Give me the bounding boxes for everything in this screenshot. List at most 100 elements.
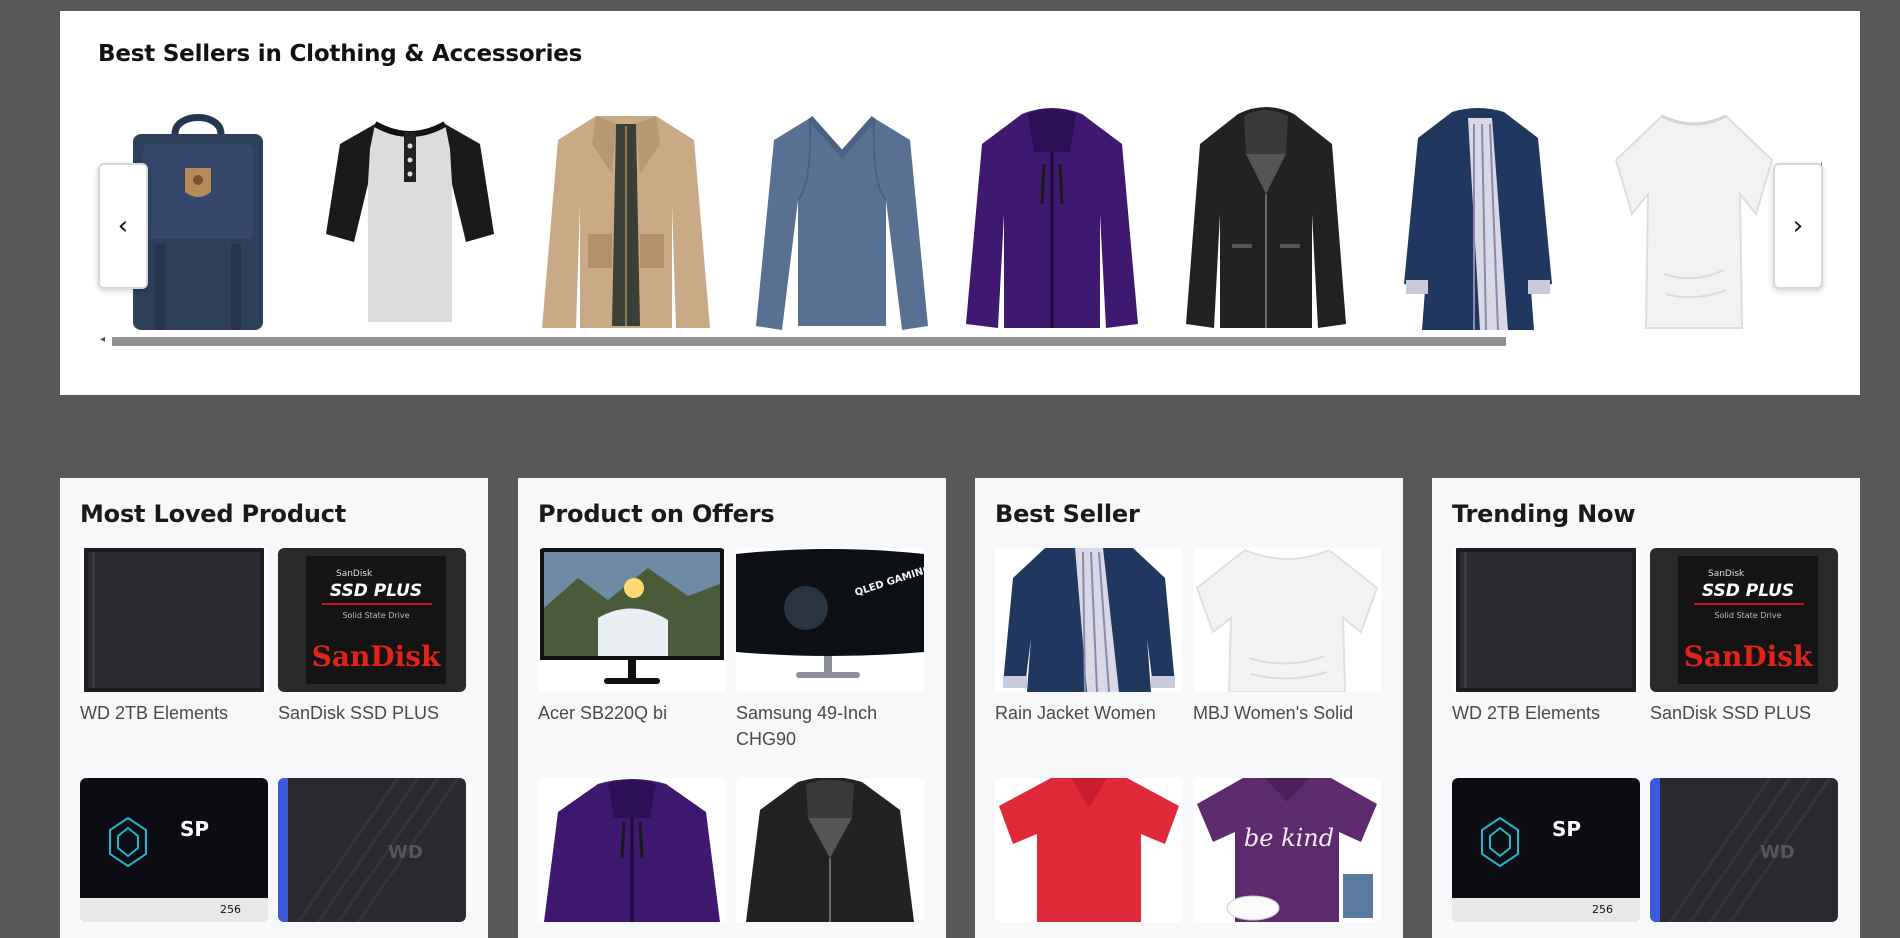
sandisk-logo: SanDisk: [1684, 640, 1813, 673]
product-tile[interactable]: MBJ Women's Solid: [1193, 548, 1381, 726]
carousel-item[interactable]: [952, 99, 1152, 339]
khaki-jacket-icon: [542, 116, 710, 328]
wd-passport-icon: WD: [278, 778, 466, 922]
white-top-icon: [1614, 114, 1774, 329]
ssd-brand-top: SanDisk: [336, 569, 373, 579]
product-image[interactable]: be kind: [1193, 778, 1381, 922]
sp-ssd-icon: SP 256: [80, 778, 268, 922]
ssd-capacity: 256: [1592, 903, 1613, 916]
product-image[interactable]: WD: [278, 778, 466, 922]
curved-monitor-icon: QLED GAMING MONITOR: [736, 548, 924, 692]
product-tile[interactable]: WD: [278, 778, 466, 930]
product-tile[interactable]: Rain Jacket Women: [995, 548, 1183, 726]
product-tile[interactable]: SP 256: [80, 778, 268, 930]
product-name[interactable]: WD 2TB Elements: [80, 700, 268, 726]
product-image[interactable]: SanDisk SSD PLUS Solid State Drive SanDi…: [278, 548, 466, 692]
navy-raincoat-icon: [995, 548, 1183, 692]
shirt-print-text: be kind: [1244, 824, 1334, 852]
product-image[interactable]: [80, 548, 268, 692]
henley-shirt-icon: [326, 121, 494, 322]
product-name[interactable]: MBJ Women's Solid: [1193, 700, 1381, 726]
ssd-line: SSD PLUS: [1702, 581, 1794, 601]
product-name[interactable]: Acer SB220Q bi: [538, 700, 726, 726]
carousel-item[interactable]: [1166, 99, 1366, 339]
hard-drive-icon: [1456, 548, 1636, 692]
product-tile[interactable]: WD: [1650, 778, 1838, 930]
product-tile[interactable]: WD 2TB Elements: [1452, 548, 1640, 726]
card-title: Best Seller: [995, 500, 1140, 528]
ssd-line: SSD PLUS: [330, 581, 422, 601]
card-title: Trending Now: [1452, 500, 1636, 528]
product-tile[interactable]: SanDisk SSD PLUS Solid State Drive SanDi…: [1650, 548, 1838, 726]
sandisk-logo: SanDisk: [312, 640, 441, 673]
best-sellers-carousel: Best Sellers in Clothing & Accessories ‹…: [60, 11, 1879, 395]
white-top-icon: [1193, 548, 1381, 692]
product-image[interactable]: [995, 778, 1183, 922]
product-tile[interactable]: SanDisk SSD PLUS Solid State Drive SanDi…: [278, 548, 466, 726]
carousel-item[interactable]: [742, 99, 942, 339]
product-tile[interactable]: SP 256: [1452, 778, 1640, 930]
product-image[interactable]: [736, 778, 924, 922]
product-image[interactable]: SP 256: [80, 778, 268, 922]
carousel-item[interactable]: [1594, 99, 1794, 339]
product-name[interactable]: Samsung 49-Inch CHG90: [736, 700, 924, 752]
ssd-sub: Solid State Drive: [1714, 611, 1781, 620]
card-best-seller: Best Seller Rain Jacket Women MBJ Women'…: [975, 478, 1403, 938]
product-image[interactable]: QLED GAMING MONITOR: [736, 548, 924, 692]
scroll-right-arrow-icon[interactable]: ▸: [1874, 334, 1879, 345]
carousel-track: [98, 99, 1822, 339]
card-title: Product on Offers: [538, 500, 775, 528]
product-tile[interactable]: Acer SB220Q bi: [538, 548, 726, 726]
hard-drive-icon: [84, 548, 264, 692]
scroll-left-arrow-icon[interactable]: ◂: [100, 334, 105, 345]
carousel-item[interactable]: [310, 99, 510, 339]
product-image[interactable]: [538, 548, 726, 692]
card-trending-now: Trending Now WD 2TB Elements SanDisk SSD…: [1432, 478, 1860, 938]
product-tile[interactable]: [736, 778, 924, 930]
product-image[interactable]: [1452, 548, 1640, 692]
purple-jacket-icon: [538, 778, 726, 922]
monitor-landscape-icon: [538, 548, 726, 692]
product-tile[interactable]: QLED GAMING MONITOR Samsung 49-Inch CHG9…: [736, 548, 924, 752]
card-most-loved-product: Most Loved Product WD 2TB Elements SanDi…: [60, 478, 488, 938]
purple-jacket-icon: [966, 108, 1138, 328]
product-name[interactable]: WD 2TB Elements: [1452, 700, 1640, 726]
product-tile[interactable]: WD 2TB Elements: [80, 548, 268, 726]
ssd-capacity: 256: [220, 903, 241, 916]
product-name[interactable]: Rain Jacket Women: [995, 700, 1183, 726]
ssd-sub: Solid State Drive: [342, 611, 409, 620]
wd-logo: WD: [1760, 842, 1795, 863]
product-tile[interactable]: [995, 778, 1183, 930]
product-image[interactable]: WD: [1650, 778, 1838, 922]
carousel-title: Best Sellers in Clothing & Accessories: [98, 41, 583, 67]
product-tile[interactable]: be kind: [1193, 778, 1381, 930]
carousel-scrollbar[interactable]: ◂ ▸: [100, 334, 1882, 351]
product-image[interactable]: SP 256: [1452, 778, 1640, 922]
carousel-item[interactable]: [1378, 99, 1578, 339]
leather-jacket-icon: [736, 778, 924, 922]
scrollbar-thumb[interactable]: [112, 337, 1506, 346]
navy-raincoat-icon: [1404, 108, 1552, 331]
product-image[interactable]: [538, 778, 726, 922]
product-name[interactable]: SanDisk SSD PLUS: [1650, 700, 1838, 726]
card-title: Most Loved Product: [80, 500, 347, 528]
product-image[interactable]: [1193, 548, 1381, 692]
product-tile[interactable]: [538, 778, 726, 930]
product-image[interactable]: [995, 548, 1183, 692]
leather-jacket-icon: [1186, 107, 1346, 328]
product-name[interactable]: SanDisk SSD PLUS: [278, 700, 466, 726]
ssd-brand-top: SanDisk: [1708, 569, 1745, 579]
sp-ssd-icon: SP 256: [1452, 778, 1640, 922]
carousel-next-button[interactable]: ›: [1773, 163, 1823, 289]
sp-logo: SP: [1552, 817, 1581, 841]
sandisk-ssd-icon: SanDisk SSD PLUS Solid State Drive SanDi…: [1650, 548, 1838, 692]
sp-logo: SP: [180, 817, 209, 841]
wd-passport-icon: WD: [1650, 778, 1838, 922]
carousel-prev-button[interactable]: ‹: [98, 163, 148, 289]
red-polo-icon: [995, 778, 1183, 922]
be-kind-shirt-icon: be kind: [1193, 778, 1381, 922]
product-image[interactable]: SanDisk SSD PLUS Solid State Drive SanDi…: [1650, 548, 1838, 692]
wd-logo: WD: [388, 842, 423, 863]
carousel-item[interactable]: [526, 99, 726, 339]
sandisk-ssd-icon: SanDisk SSD PLUS Solid State Drive SanDi…: [278, 548, 466, 692]
